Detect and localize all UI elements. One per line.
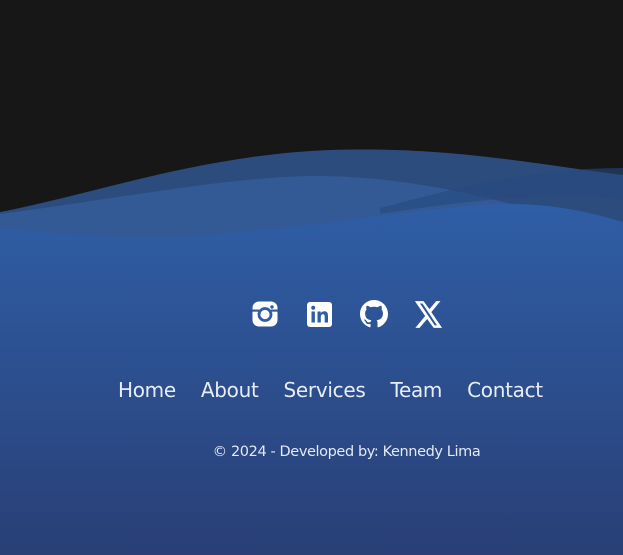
instagram-link[interactable] (249, 298, 281, 330)
x-icon (415, 300, 443, 328)
footer-wave-background (0, 149, 623, 555)
linkedin-link[interactable] (303, 298, 335, 330)
nav-home[interactable]: Home (118, 378, 176, 402)
footer-nav: Home About Services Team Contact (118, 374, 578, 406)
nav-team[interactable]: Team (390, 378, 442, 402)
nav-services[interactable]: Services (284, 378, 366, 402)
nav-contact[interactable]: Contact (467, 378, 543, 402)
github-link[interactable] (358, 298, 390, 330)
x-twitter-link[interactable] (413, 298, 445, 330)
page: Home About Services Team Contact © 2024 … (0, 0, 623, 555)
linkedin-icon (306, 301, 332, 327)
github-icon (360, 300, 388, 328)
nav-about[interactable]: About (201, 378, 259, 402)
social-links (247, 298, 447, 330)
instagram-icon (252, 301, 278, 327)
copyright-text: © 2024 - Developed by: Kennedy Lima (212, 444, 481, 460)
